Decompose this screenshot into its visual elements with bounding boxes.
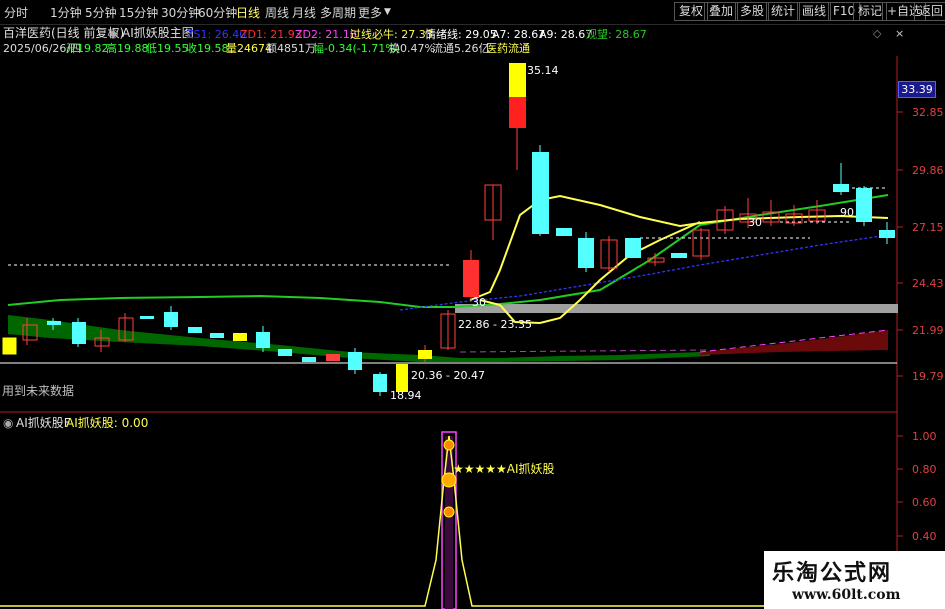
sub-indicator-value: AI抓妖股: 0.00 (66, 416, 149, 430)
price-tick: 29.86 (912, 164, 944, 177)
price-tick: 32.85 (912, 106, 944, 119)
low-price-label: 18.94 (390, 389, 422, 402)
sub-tick: 0.80 (912, 463, 937, 476)
sub-tick: 1.00 (912, 430, 937, 443)
price-tick: 21.99 (912, 324, 944, 337)
current-price-badge: 33.39 (898, 81, 936, 98)
range-label-2: 20.36 - 20.47 (411, 369, 485, 382)
gray-band (455, 304, 898, 313)
sub-tick: 0.40 (912, 530, 937, 543)
price-tick: 19.79 (912, 370, 944, 383)
marker-30a: 30 (472, 296, 486, 309)
sub-settings-icon[interactable]: ◉ (3, 417, 13, 430)
watermark-url: www.60lt.com (792, 587, 901, 603)
price-tick: 27.15 (912, 221, 944, 234)
future-data-note: 用到未来数据 (2, 384, 75, 398)
watermark-title: 乐淘公式网 (772, 560, 893, 586)
price-tick: 24.43 (912, 277, 944, 290)
ma-green-line (7, 194, 889, 308)
watermark: 乐淘公式网 www.60lt.com (764, 551, 945, 609)
high-price-label: 35.14 (527, 64, 559, 77)
signal-label: ★★★★★AI抓妖股 (453, 462, 555, 476)
sub-indicator-title[interactable]: AI抓妖股F (16, 417, 71, 430)
marker-30b: 30 (748, 216, 762, 229)
range-label-1: 22.86 - 23.35 (458, 318, 532, 331)
marker-90: 90 (840, 206, 854, 219)
signal-indicator (0, 431, 888, 609)
sub-tick: 0.60 (912, 496, 937, 509)
